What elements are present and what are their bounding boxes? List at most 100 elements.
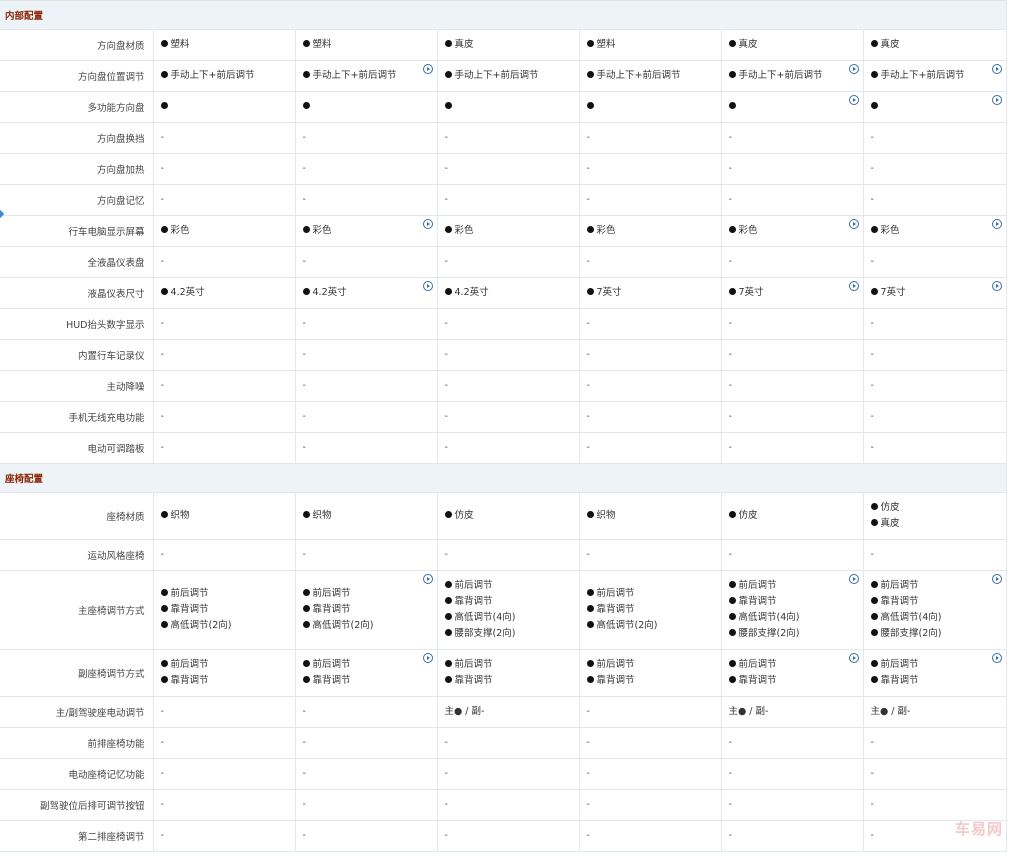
cell-line: - bbox=[445, 130, 579, 146]
table-row: 方向盘加热 - - - - - - bbox=[0, 153, 1007, 185]
available-dot-icon bbox=[444, 581, 452, 588]
cell-line: 高低调节(4向) bbox=[870, 610, 1006, 626]
spec-cell: - bbox=[437, 153, 580, 185]
play-circle-icon[interactable] bbox=[848, 219, 859, 229]
spec-cell: 手动上下+前后调节 bbox=[295, 60, 438, 92]
available-dot-icon bbox=[302, 676, 310, 683]
empty-value: - bbox=[444, 132, 448, 143]
play-circle-icon[interactable] bbox=[848, 281, 859, 291]
spec-cell: - bbox=[437, 184, 580, 216]
cell-line: 彩色 bbox=[870, 223, 1006, 239]
cell-line: 高低调节(2向) bbox=[302, 618, 437, 634]
spec-cell: - bbox=[721, 370, 864, 402]
spec-cell: 织物 bbox=[579, 492, 722, 540]
cell-line: - bbox=[303, 347, 437, 363]
empty-value: - bbox=[728, 256, 732, 267]
available-dot-icon bbox=[444, 613, 452, 620]
spec-cell: - bbox=[863, 401, 1007, 433]
cell-line: - bbox=[303, 735, 437, 751]
cell-line: - bbox=[587, 797, 721, 813]
cell-value: 仿皮 bbox=[880, 502, 900, 513]
cell-line: - bbox=[587, 735, 721, 751]
cell-value: 前后调节 bbox=[170, 588, 209, 599]
table-row: 多功能方向盘 bbox=[0, 91, 1007, 123]
spec-cell: - bbox=[437, 539, 580, 571]
empty-value: - bbox=[870, 549, 874, 560]
cell-line: 高低调节(4向) bbox=[444, 610, 579, 626]
play-circle-icon[interactable] bbox=[991, 574, 1002, 584]
cell-line: - bbox=[729, 409, 863, 425]
spec-cell: - bbox=[579, 339, 722, 371]
play-circle-icon[interactable] bbox=[848, 653, 859, 663]
cell-line: 7英寸 bbox=[586, 285, 721, 301]
cell-value: 前后调节 bbox=[738, 659, 777, 670]
cell-line: - bbox=[587, 766, 721, 782]
cell-value: 主● / 副- bbox=[870, 706, 911, 717]
spec-cell: 前后调节 靠背调节 bbox=[579, 649, 722, 697]
available-dot-icon bbox=[444, 102, 452, 109]
table-row: 主座椅调节方式 前后调节 靠背调节 高低调节(2向) 前后调节 靠背调节 高低调节(2向) 前… bbox=[0, 570, 1007, 650]
spec-cell: 4.2英寸 bbox=[437, 277, 580, 309]
cell-value: 手动上下+前后调节 bbox=[596, 70, 681, 81]
spec-cell: - bbox=[863, 539, 1007, 571]
cell-line: - bbox=[729, 254, 863, 270]
cell-line: - bbox=[587, 161, 721, 177]
table-row: 液晶仪表尺寸 4.2英寸 4.2英寸 4.2英寸 7英寸 7英寸 7英寸 bbox=[0, 277, 1007, 309]
play-circle-icon[interactable] bbox=[991, 64, 1002, 74]
spec-cell: 主● / 副- bbox=[437, 696, 580, 728]
spec-cell: 4.2英寸 bbox=[153, 277, 296, 309]
play-circle-icon[interactable] bbox=[422, 574, 433, 584]
spec-cell: - bbox=[579, 539, 722, 571]
spec-cell: - bbox=[579, 308, 722, 340]
play-circle-icon[interactable] bbox=[422, 653, 433, 663]
play-circle-icon[interactable] bbox=[422, 219, 433, 229]
cell-value: 7英寸 bbox=[738, 287, 764, 298]
play-circle-icon[interactable] bbox=[848, 64, 859, 74]
play-circle-icon[interactable] bbox=[422, 64, 433, 74]
spec-cell: - bbox=[721, 246, 864, 278]
cell-line bbox=[160, 99, 295, 115]
empty-value: - bbox=[870, 799, 874, 810]
cell-line: - bbox=[303, 130, 437, 146]
cell-line: 手动上下+前后调节 bbox=[444, 68, 579, 84]
spec-cell: 彩色 bbox=[863, 215, 1007, 247]
cell-value: 前后调节 bbox=[170, 659, 209, 670]
available-dot-icon bbox=[728, 597, 736, 604]
cell-line: 前后调节 bbox=[586, 586, 721, 602]
empty-value: - bbox=[160, 163, 164, 174]
cell-line: 靠背调节 bbox=[728, 673, 863, 689]
available-dot-icon bbox=[586, 676, 594, 683]
cell-line: 塑料 bbox=[160, 37, 295, 53]
cell-line: - bbox=[871, 797, 1006, 813]
available-dot-icon bbox=[160, 605, 168, 612]
empty-value: - bbox=[870, 194, 874, 205]
spec-cell: - bbox=[721, 401, 864, 433]
spec-cell: 7英寸 bbox=[863, 277, 1007, 309]
empty-value: - bbox=[728, 442, 732, 453]
play-circle-icon[interactable] bbox=[991, 281, 1002, 291]
spec-cell: - bbox=[437, 432, 580, 464]
play-circle-icon[interactable] bbox=[848, 95, 859, 105]
spec-cell: 前后调节 靠背调节 bbox=[437, 649, 580, 697]
section-header: 座椅配置 bbox=[0, 463, 1007, 493]
available-dot-icon bbox=[160, 40, 168, 47]
play-circle-icon[interactable] bbox=[848, 574, 859, 584]
cell-line: - bbox=[303, 192, 437, 208]
play-circle-icon[interactable] bbox=[422, 281, 433, 291]
play-circle-icon[interactable] bbox=[991, 219, 1002, 229]
play-circle-icon[interactable] bbox=[991, 95, 1002, 105]
play-circle-icon[interactable] bbox=[991, 653, 1002, 663]
empty-value: - bbox=[302, 132, 306, 143]
cell-line: 4.2英寸 bbox=[160, 285, 295, 301]
cell-line: 靠背调节 bbox=[586, 673, 721, 689]
table-row: 第二排座椅调节 - - - - - - bbox=[0, 820, 1007, 852]
available-dot-icon bbox=[728, 581, 736, 588]
spec-cell: - bbox=[579, 184, 722, 216]
spec-cell: 手动上下+前后调节 bbox=[863, 60, 1007, 92]
empty-value: - bbox=[870, 411, 874, 422]
spec-cell: - bbox=[579, 246, 722, 278]
cell-line: - bbox=[445, 161, 579, 177]
available-dot-icon bbox=[302, 102, 310, 109]
cell-value: 前后调节 bbox=[454, 580, 493, 591]
spec-cell: - bbox=[579, 432, 722, 464]
